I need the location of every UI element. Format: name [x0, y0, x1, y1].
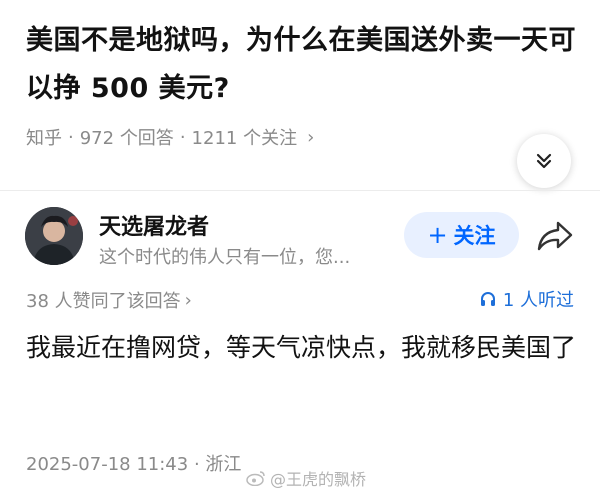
- avatar-image: [25, 207, 83, 265]
- answer-footer: 2025-07-18 11:43 · 浙江: [26, 450, 241, 476]
- divider: [0, 190, 600, 191]
- author-bio: 这个时代的伟人只有一位，您...: [99, 247, 351, 268]
- follow-label: 关注: [453, 224, 496, 248]
- likes-count: 38 人赞同了该回答: [26, 291, 181, 312]
- question-title[interactable]: 美国不是地狱吗，为什么在美国送外卖一天可以挣 500 美元?: [26, 17, 586, 113]
- expand-button[interactable]: [517, 134, 571, 188]
- source-label: 知乎: [26, 128, 62, 149]
- headphones-icon: [480, 292, 495, 306]
- follow-button[interactable]: + 关注: [404, 212, 519, 258]
- followers-count: 1211 个关注: [191, 128, 298, 149]
- answer-location: 浙江: [205, 454, 242, 475]
- plus-icon: +: [427, 221, 448, 249]
- answer-body[interactable]: 我最近在撸网贷，等天气凉快点，我就移民美国了: [26, 326, 576, 369]
- answer-date: 2025-07-18 11:43: [26, 454, 189, 475]
- answers-count: 972 个回答: [79, 128, 174, 149]
- likes-line[interactable]: 38 人赞同了该回答 ›: [26, 287, 192, 313]
- chevron-right-icon: ›: [307, 126, 315, 148]
- chevron-right-icon: ›: [184, 289, 192, 311]
- meta-separator: ·: [68, 126, 74, 148]
- watermark-text: @王虎的飘桥: [270, 470, 367, 489]
- avatar[interactable]: [25, 207, 83, 265]
- question-meta[interactable]: 知乎 · 972 个回答 · 1211 个关注 ›: [26, 124, 314, 150]
- weibo-logo-icon: [246, 471, 265, 486]
- listen-line[interactable]: 1 人听过: [479, 286, 574, 312]
- chevron-down-double-icon: [536, 153, 552, 169]
- share-icon[interactable]: [536, 219, 574, 253]
- meta-separator: ·: [179, 126, 186, 148]
- author-name[interactable]: 天选屠龙者: [99, 209, 209, 241]
- meta-separator: ·: [193, 454, 200, 475]
- watermark: @王虎的飘桥: [246, 466, 366, 490]
- listeners-count: 1 人听过: [502, 290, 574, 311]
